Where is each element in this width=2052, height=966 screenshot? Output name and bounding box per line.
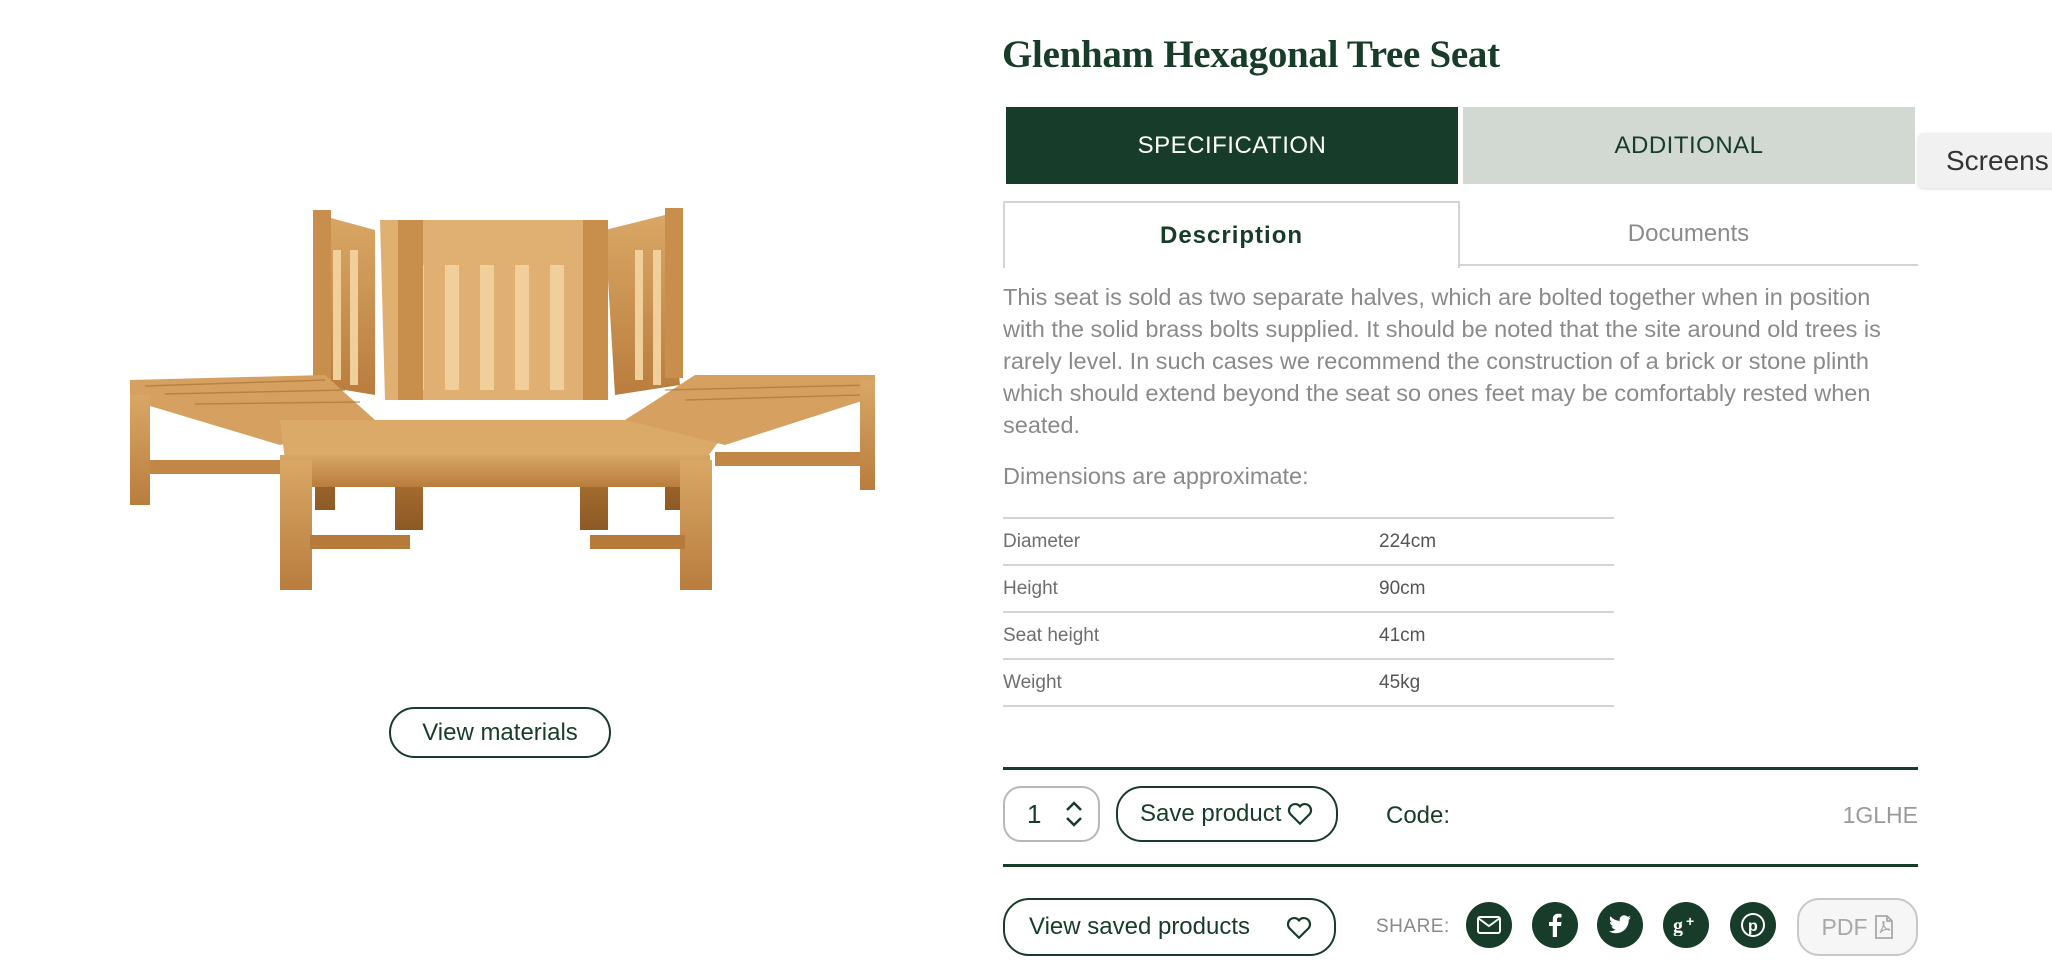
table-row: Height 90cm <box>1003 565 1614 612</box>
dimension-value: 224cm <box>1379 530 1437 552</box>
tab-documents[interactable]: Documents <box>1460 201 1917 266</box>
screens-side-tab[interactable]: Screens <box>1918 133 2052 188</box>
google-plus-share-button[interactable]: g + <box>1663 902 1709 948</box>
pinterest-icon: p <box>1741 913 1765 937</box>
dimension-value: 41cm <box>1379 624 1426 646</box>
table-row: Weight 45kg <box>1003 659 1614 706</box>
pdf-download-button[interactable]: PDF <box>1797 898 1918 956</box>
product-code-value: 1GLHE <box>1842 802 1918 828</box>
dimension-label: Height <box>1003 577 1058 599</box>
dimension-label: Diameter <box>1003 530 1081 552</box>
product-code-label: Code: <box>1386 802 1451 829</box>
action-bar-top-divider <box>1003 767 1918 770</box>
pinterest-share-button[interactable]: p <box>1730 902 1776 948</box>
quantity-stepper[interactable]: 1 <box>1003 786 1100 842</box>
share-label: SHARE: <box>1376 916 1450 937</box>
view-materials-button[interactable]: View materials <box>389 707 611 758</box>
svg-text:g: g <box>1673 915 1683 936</box>
view-saved-label: View saved products <box>1029 913 1251 940</box>
svg-text:p: p <box>1748 918 1758 935</box>
save-product-label: Save product <box>1140 800 1282 827</box>
save-product-button[interactable]: Save product <box>1116 786 1338 842</box>
tab-specification[interactable]: SPECIFICATION <box>1006 107 1458 184</box>
table-row: Diameter 224cm <box>1003 518 1614 565</box>
action-bar-bottom-divider <box>1003 864 1918 867</box>
tab-description[interactable]: Description <box>1003 201 1460 268</box>
tab-additional[interactable]: ADDITIONAL <box>1463 107 1915 184</box>
dimensions-table: Diameter 224cm Height 90cm Seat height 4… <box>1003 517 1614 707</box>
stepper-arrows-icon[interactable] <box>1064 798 1084 830</box>
dimension-label: Weight <box>1003 671 1062 693</box>
heart-icon <box>1288 802 1313 826</box>
facebook-icon <box>1549 913 1562 937</box>
google-plus-icon: g + <box>1673 914 1694 936</box>
twitter-icon <box>1609 915 1631 934</box>
pdf-file-icon <box>1874 915 1893 939</box>
twitter-share-button[interactable] <box>1597 902 1643 948</box>
product-image <box>130 208 875 590</box>
email-icon <box>1477 916 1501 934</box>
dimensions-heading: Dimensions are approximate: <box>1003 463 1309 489</box>
table-row: Seat height 41cm <box>1003 612 1614 659</box>
dimension-label: Seat height <box>1003 624 1100 646</box>
sub-tab-bar: Description Documents <box>1003 201 1918 268</box>
pdf-label: PDF <box>1821 913 1868 940</box>
product-title: Glenham Hexagonal Tree Seat <box>1002 33 1500 76</box>
quantity-value: 1 <box>1027 798 1042 829</box>
email-share-button[interactable] <box>1466 902 1512 948</box>
heart-icon <box>1286 916 1312 940</box>
view-saved-products-button[interactable]: View saved products <box>1003 898 1336 956</box>
description-text: This seat is sold as two separate halves… <box>1003 284 1881 438</box>
dimension-value: 45kg <box>1379 671 1421 693</box>
facebook-share-button[interactable] <box>1532 902 1578 948</box>
svg-text:+: + <box>1686 914 1694 929</box>
dimension-value: 90cm <box>1379 577 1426 599</box>
